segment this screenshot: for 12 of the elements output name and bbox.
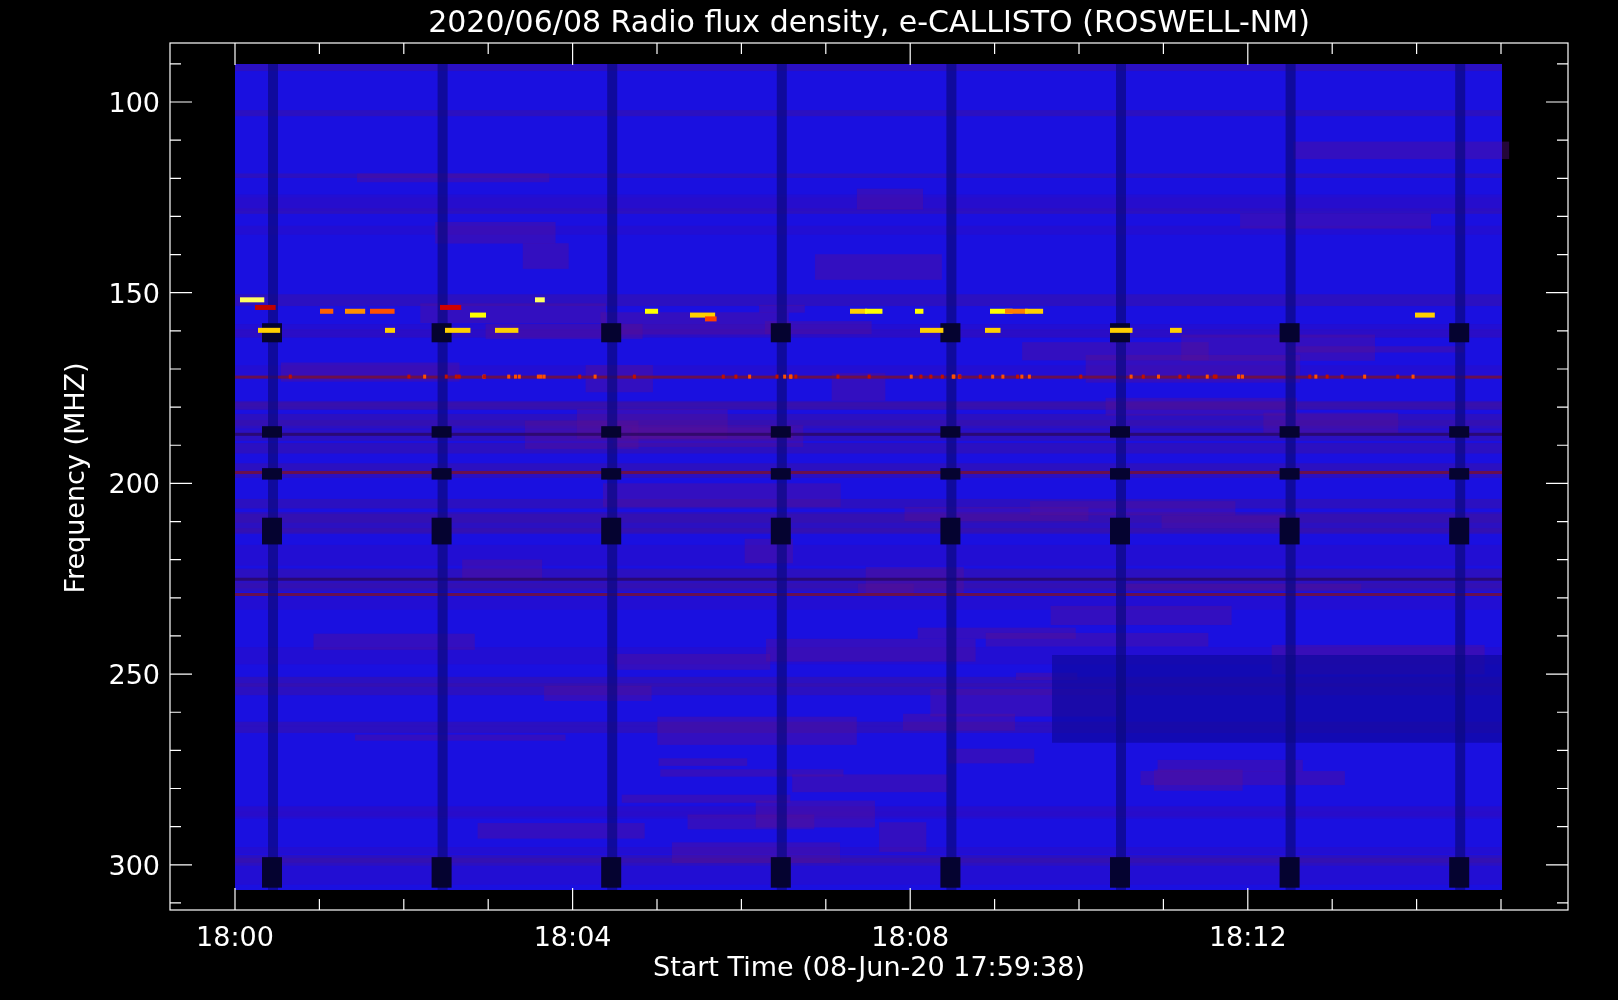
y-tick-label: 100 — [108, 87, 160, 118]
x-axis-label: Start Time (08-Jun-20 17:59:38) — [653, 951, 1085, 982]
y-tick-label: 300 — [108, 849, 160, 881]
x-tick-label: 18:04 — [533, 921, 612, 952]
y-tick-label: 150 — [108, 277, 160, 309]
x-tick-label: 18:08 — [871, 921, 950, 952]
x-tick-label: 18:00 — [196, 921, 274, 952]
y-tick-label: 200 — [108, 468, 160, 500]
y-axis-label: Frequency (MHZ) — [59, 362, 90, 594]
x-tick-label: 18:12 — [1208, 921, 1287, 952]
y-tick-label: 250 — [108, 659, 160, 691]
chart-title: 2020/06/08 Radio flux density, e-CALLISTO (ROSWELL-NM) — [428, 4, 1310, 39]
